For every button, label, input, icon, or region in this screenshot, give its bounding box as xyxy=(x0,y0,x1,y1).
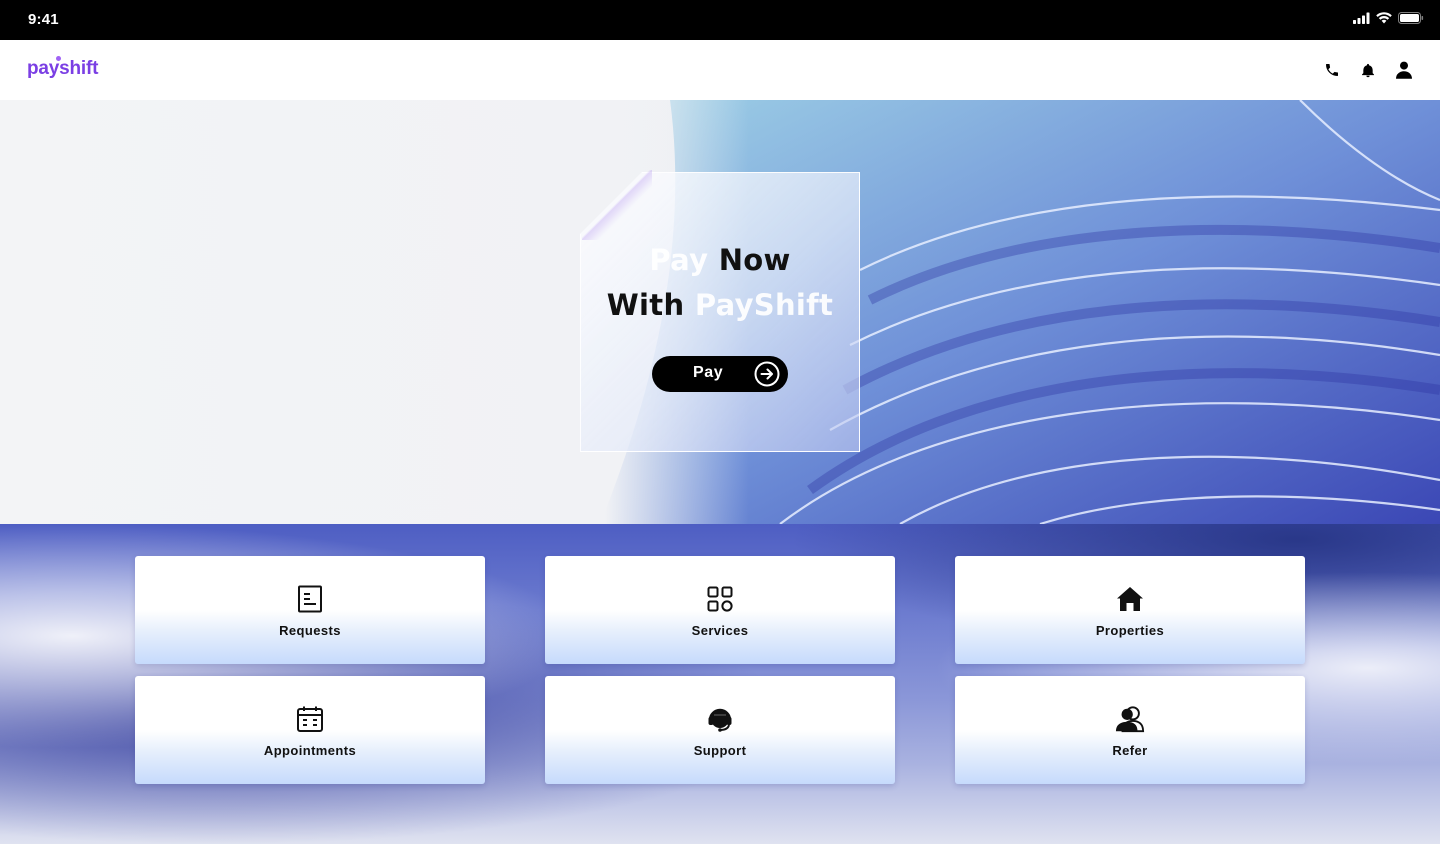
refer-user-icon xyxy=(1115,704,1145,734)
tile-properties[interactable]: Properties xyxy=(955,556,1305,664)
headline-line-2: With PayShift xyxy=(580,283,860,328)
status-icons xyxy=(1353,12,1424,24)
tile-refer[interactable]: Refer xyxy=(955,676,1305,784)
quick-actions-section: Requests Services Properties Appointment… xyxy=(0,524,1440,844)
headline-word-pay: Pay xyxy=(649,243,709,277)
navbar: payshift xyxy=(0,40,1440,100)
brand-logo[interactable]: payshift xyxy=(27,58,98,80)
status-bar: 9:41 xyxy=(0,0,1440,40)
headset-icon xyxy=(705,704,735,734)
pay-button-label: Pay xyxy=(693,364,724,381)
document-icon xyxy=(295,584,325,614)
status-time: 9:41 xyxy=(28,11,59,28)
hero-banner: Pay Now With PayShift Pay xyxy=(0,100,1440,524)
tile-label: Support xyxy=(693,743,747,758)
user-icon[interactable] xyxy=(1396,60,1412,80)
wifi-icon xyxy=(1376,12,1392,24)
brand-logo-dot xyxy=(56,56,61,61)
pay-button[interactable]: Pay xyxy=(652,356,788,392)
tile-appointments[interactable]: Appointments xyxy=(135,676,485,784)
arrow-right-circle-icon xyxy=(754,361,780,387)
hero-headline: Pay Now With PayShift xyxy=(580,238,860,328)
battery-icon xyxy=(1398,12,1424,24)
phone-icon[interactable] xyxy=(1324,60,1340,80)
grid-icon xyxy=(705,584,735,614)
tile-support[interactable]: Support xyxy=(545,676,895,784)
tile-label: Properties xyxy=(1095,623,1165,638)
bell-icon[interactable] xyxy=(1360,60,1376,80)
headline-word-payshift: PayShift xyxy=(694,288,834,322)
tile-label: Services xyxy=(691,623,749,638)
headline-line-1: Pay Now xyxy=(580,238,860,283)
headline-word-with: With xyxy=(606,288,685,322)
tile-label: Appointments xyxy=(263,743,357,758)
nav-icons xyxy=(1324,60,1412,80)
calendar-icon xyxy=(295,704,325,734)
headline-word-now: Now xyxy=(718,243,791,277)
tile-requests[interactable]: Requests xyxy=(135,556,485,664)
tile-label: Refer xyxy=(1112,743,1148,758)
signal-icon xyxy=(1353,12,1370,24)
tile-services[interactable]: Services xyxy=(545,556,895,664)
tile-label: Requests xyxy=(279,623,341,638)
home-icon xyxy=(1115,584,1145,614)
